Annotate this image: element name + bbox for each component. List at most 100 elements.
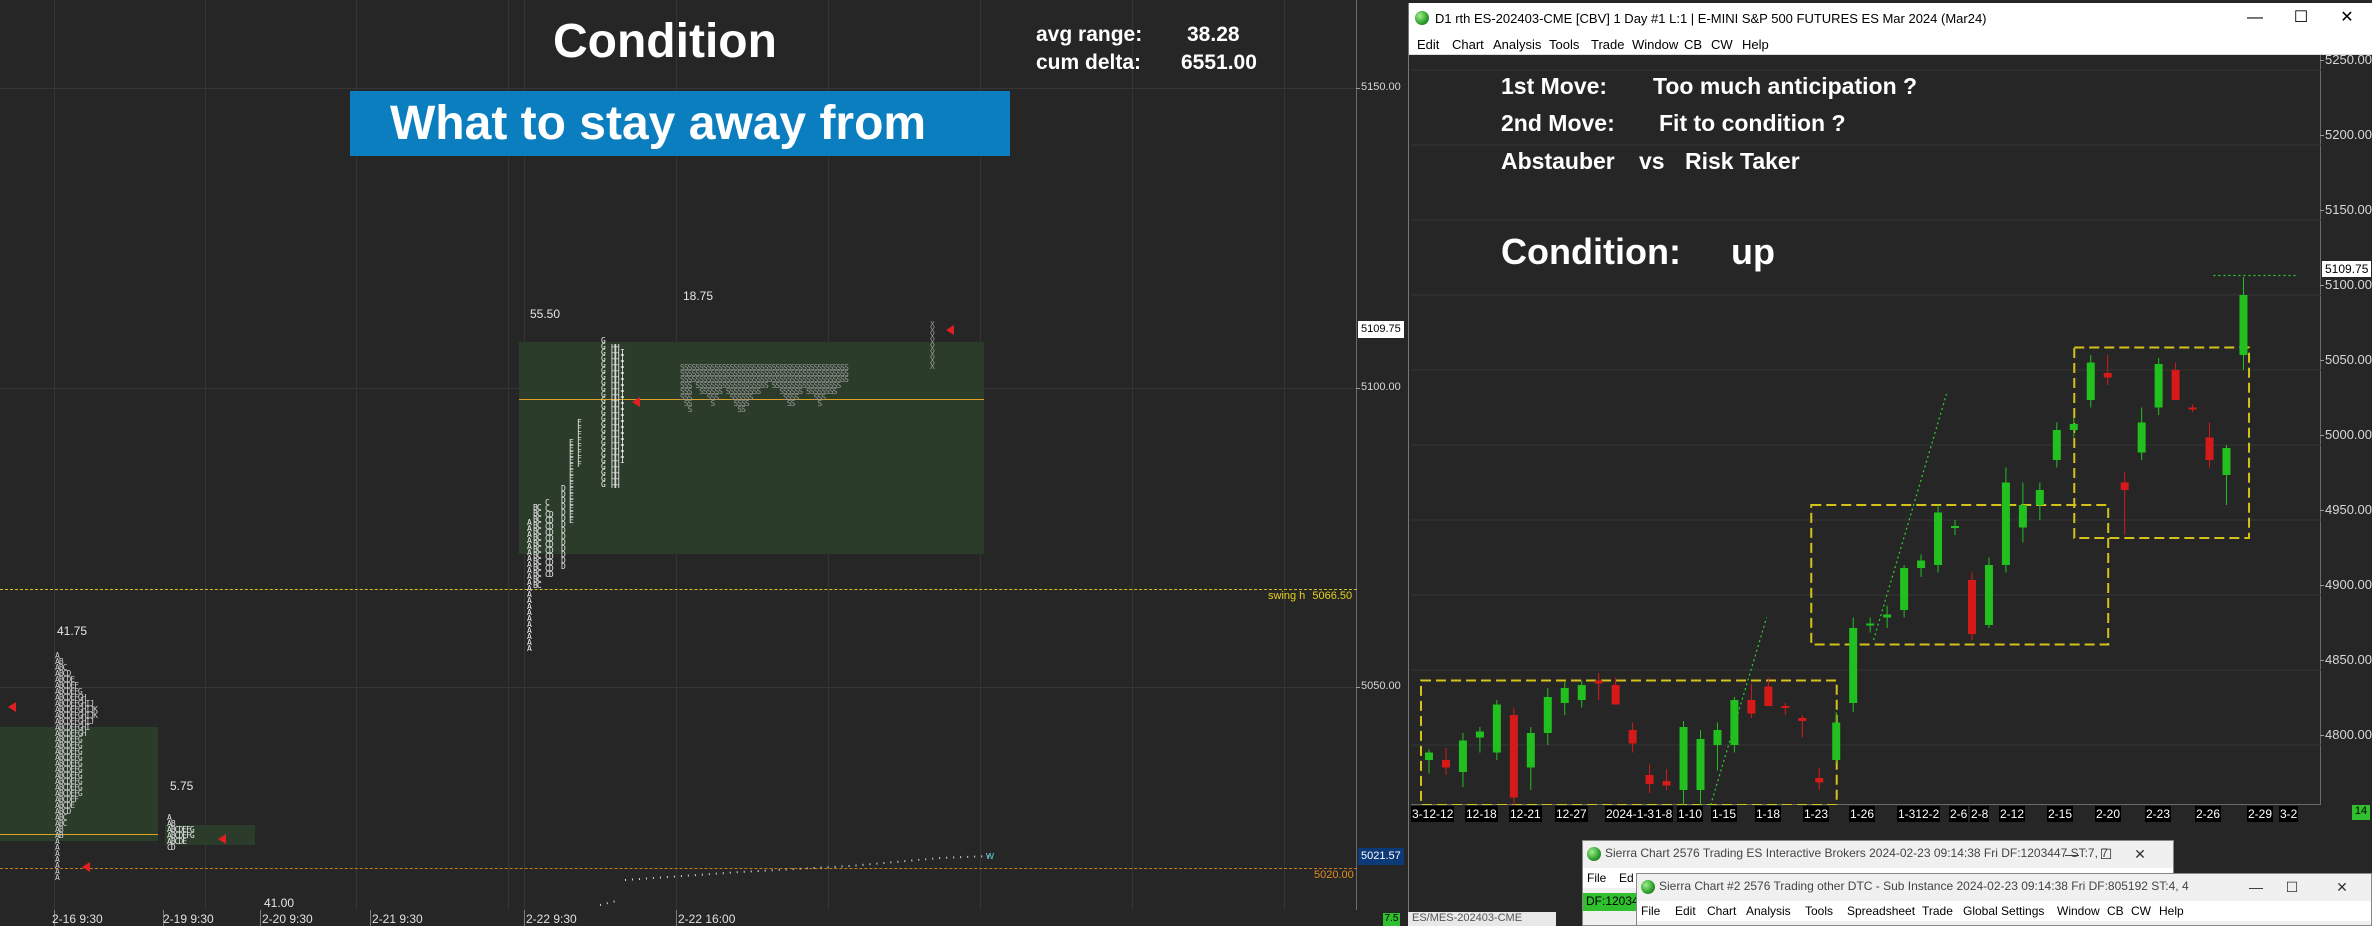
menu-edit[interactable]: Ed: [1619, 871, 1634, 885]
page-title: Condition: [553, 15, 777, 68]
price-axis-label: 4900.00: [2320, 577, 2372, 592]
menu-cw[interactable]: CW: [1711, 37, 1733, 52]
left-chart-plot[interactable]: A A A A A A A A A A A A A A A A A A A A …: [0, 0, 1357, 910]
candle: [1509, 707, 1518, 805]
menu-trade[interactable]: Trade: [1922, 904, 1953, 918]
close-button[interactable]: ✕: [2125, 843, 2155, 865]
tpo-profile: E E E E E E E E E E E E E E: [569, 438, 574, 525]
chart-tab[interactable]: ES/MES-202403-CME: [1408, 912, 1556, 926]
candle: [2035, 482, 2044, 520]
tpo-profile: A AB ABC ABCD ABCDE ABCDEF ABCDEFG ABCDE…: [55, 651, 98, 882]
condition-label: Condition:: [1501, 231, 1681, 272]
date-axis-label: 2-22 16:00: [678, 912, 736, 926]
menu-cb[interactable]: CB: [1684, 37, 1702, 52]
trend-line: [1710, 617, 1768, 805]
price-axis-label: 5100.00: [1356, 381, 1401, 393]
menu-cb[interactable]: CB: [2107, 904, 2124, 918]
candle: [2120, 472, 2129, 535]
candle: [2018, 482, 2027, 543]
date-axis-label: 2-20 9:30: [262, 912, 313, 926]
daily-chart-window[interactable]: D1 rth ES-202403-CME [CBV] 1 Day #1 L:1 …: [1408, 3, 2372, 923]
menu-chart[interactable]: Chart: [1452, 37, 1484, 52]
price-axis-label: 4800.00: [2320, 727, 2372, 742]
menu-analysis[interactable]: Analysis: [1493, 37, 1541, 52]
candle-body: [1577, 685, 1586, 700]
candle: [2069, 418, 2078, 438]
menu-edit[interactable]: Edit: [1675, 904, 1696, 918]
cum-delta-value: 6551.00: [1181, 51, 1257, 74]
candle: [1730, 697, 1739, 753]
avg-range-value: 38.28: [1187, 23, 1240, 46]
sub-window-2[interactable]: Sierra Chart #2 2576 Trading other DTC -…: [1636, 873, 2372, 926]
candle: [1492, 700, 1501, 760]
sub-menu-bar: File Edit Chart Analysis Tools Spreadshe…: [1637, 901, 2371, 921]
minimize-button[interactable]: —: [2233, 6, 2277, 30]
candle: [1849, 617, 1858, 712]
menu-cw[interactable]: CW: [2131, 904, 2151, 918]
candle-body: [1747, 700, 1756, 714]
menu-global-settings[interactable]: Global Settings: [1963, 904, 2044, 918]
menu-chart[interactable]: Chart: [1707, 904, 1736, 918]
daily-chart-plot[interactable]: 1st Move: Too much anticipation ? 2nd Mo…: [1411, 55, 2321, 805]
close-button[interactable]: ✕: [2325, 6, 2369, 30]
candle-body: [2018, 505, 2027, 528]
date-axis-label: 3-2: [2279, 806, 2299, 822]
tpo-profile: A A A A A A A A A A A A A A A A A A A A …: [527, 518, 532, 653]
candle-body: [2035, 490, 2044, 505]
candle-body: [2239, 295, 2248, 355]
menu-window[interactable]: Window: [2057, 904, 2100, 918]
candle: [2205, 422, 2214, 468]
candle-body: [1509, 715, 1518, 798]
candle: [1967, 572, 1976, 640]
tpo-profile: I I I I I I I I I I I I I I I I I I I: [620, 348, 625, 465]
menu-file[interactable]: File: [1641, 904, 1660, 918]
candle-body: [2086, 362, 2095, 400]
candle-body: [2171, 370, 2180, 400]
menu-window[interactable]: Window: [1632, 37, 1678, 52]
date-axis-label: 1-15: [1711, 806, 1738, 822]
tpo-profile: BC BC BC BC BC BC BC BC BC BC BC BC BC B…: [533, 503, 542, 590]
date-axis-label: 2-23: [2145, 806, 2172, 822]
dotted-trail: [600, 855, 991, 906]
swing-high-line: [0, 589, 1357, 590]
menu-tools[interactable]: Tools: [1549, 37, 1579, 52]
price-axis-label: 5050.00: [2320, 352, 2372, 367]
candle: [1441, 748, 1450, 775]
menu-edit[interactable]: Edit: [1417, 37, 1439, 52]
candle: [1458, 733, 1467, 787]
candle-body: [2069, 424, 2078, 430]
close-button[interactable]: ✕: [2327, 876, 2357, 898]
swing-high-price: 5066.50: [1312, 590, 1353, 602]
date-axis-label: 2-15: [2047, 806, 2074, 822]
window-title: D1 rth ES-202403-CME [CBV] 1 Day #1 L:1 …: [1435, 11, 1987, 26]
price-axis-label: 5200.00: [2320, 127, 2372, 142]
maximize-button[interactable]: ☐: [2277, 876, 2307, 898]
red-arrow-icon: [8, 702, 16, 712]
candle-body: [2137, 422, 2146, 453]
menu-help[interactable]: Help: [2159, 904, 2184, 918]
price-axis-label: 4850.00: [2320, 652, 2372, 667]
date-axis-label: 2-20: [2095, 806, 2122, 822]
minimize-button[interactable]: —: [2241, 876, 2271, 898]
swing-high-text: swing h: [1268, 590, 1306, 602]
candle-body: [1713, 730, 1722, 745]
candle: [1645, 764, 1654, 793]
maximize-button[interactable]: ☐: [2091, 843, 2121, 865]
menu-spreadsheet[interactable]: Spreadsheet: [1847, 904, 1915, 918]
window-titlebar[interactable]: D1 rth ES-202403-CME [CBV] 1 Day #1 L:1 …: [1409, 3, 2372, 33]
candle: [2001, 467, 2010, 573]
minimize-button[interactable]: —: [2057, 843, 2087, 865]
price-axis-label: 5000.00: [2320, 427, 2372, 442]
candle: [1475, 727, 1484, 753]
menu-help[interactable]: Help: [1742, 37, 1769, 52]
maximize-button[interactable]: ☐: [2279, 6, 2323, 30]
menu-file[interactable]: File: [1587, 871, 1606, 885]
sub-window-title: Sierra Chart #2 2576 Trading other DTC -…: [1659, 879, 2189, 893]
w-marker: w: [986, 850, 994, 862]
menu-tools[interactable]: Tools: [1805, 904, 1833, 918]
swing-high-label: swing h 5066.50: [1268, 590, 1352, 602]
candle: [1628, 722, 1637, 753]
menu-trade[interactable]: Trade: [1591, 37, 1624, 52]
menu-analysis[interactable]: Analysis: [1746, 904, 1791, 918]
move1-label: 1st Move:: [1501, 73, 1608, 99]
